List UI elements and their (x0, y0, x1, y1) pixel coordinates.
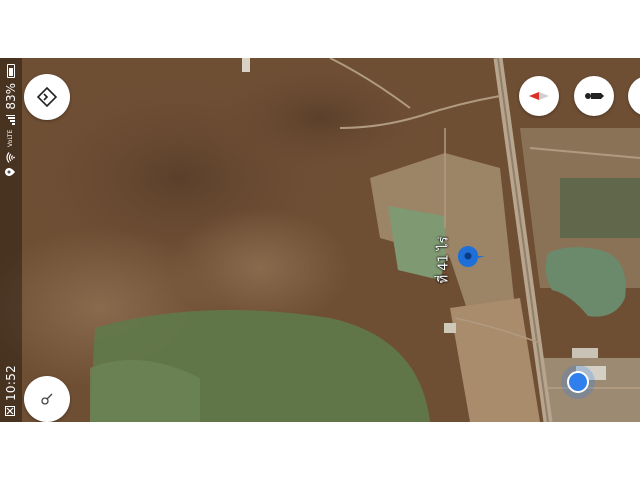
place-pin[interactable] (456, 244, 486, 272)
street-view-icon (585, 93, 604, 99)
compass-reset-button[interactable] (519, 76, 559, 116)
compass-icon (529, 92, 549, 100)
my-location-dot (567, 371, 589, 393)
signal-icon (5, 114, 18, 125)
directions-icon (37, 87, 57, 107)
directions-button[interactable] (24, 74, 70, 120)
wifi-icon (5, 152, 18, 163)
status-bar: 10:52 VoLTE 83% (0, 58, 22, 422)
location-icon (4, 167, 18, 176)
compass-needle-icon (41, 393, 53, 405)
battery-icon (7, 64, 15, 78)
compass-button[interactable] (24, 376, 70, 422)
map-screen: 10:52 VoLTE 83% ที่ 41 ไร่ (0, 58, 640, 422)
map-pin-icon (457, 246, 485, 268)
battery-percent: 83% (4, 83, 18, 110)
street-view-button[interactable] (574, 76, 614, 116)
notification-x-icon (4, 406, 18, 416)
network-label: VoLTE (7, 129, 14, 147)
pin-label: ที่ 41 ไร่ (436, 236, 452, 284)
status-time: 10:52 (4, 364, 18, 401)
